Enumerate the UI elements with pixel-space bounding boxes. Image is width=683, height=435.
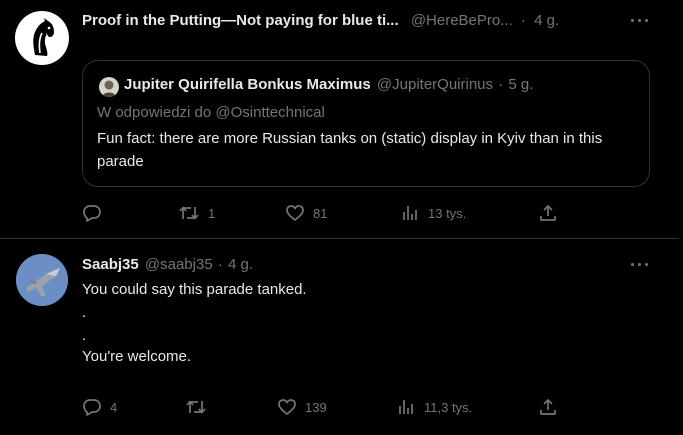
quoted-tweet-time: 5 g. [508, 76, 534, 93]
retweet-button[interactable] [185, 397, 215, 417]
more-options-button[interactable] [630, 262, 650, 268]
tweet-line-1: You could say this parade tanked. [82, 281, 307, 298]
quoted-author-handle: @JupiterQuirinus [376, 76, 494, 93]
tweet-1[interactable]: Proof in the Putting—Not paying for blue… [0, 0, 679, 238]
horse-logo-icon [33, 18, 54, 56]
reply-count: 4 [110, 399, 118, 415]
separator-dot: · [520, 12, 526, 29]
action-bar: 1 81 13 tys. [82, 203, 562, 225]
tweet-line-2: . [82, 304, 87, 321]
quoted-tweet[interactable]: Jupiter Quirifella Bonkus Maximus @Jupit… [82, 60, 650, 187]
tweet-header: Saabj35 @saabj35 · 4 g. [82, 256, 253, 273]
share-button[interactable] [538, 397, 558, 417]
reply-to-label: W odpowiedzi do @Osinttechnical [97, 104, 325, 121]
quoted-header: Jupiter Quirifella Bonkus Maximus @Jupit… [124, 76, 533, 93]
tweet-time[interactable]: 4 g. [534, 12, 559, 29]
portrait-icon [102, 80, 116, 97]
author-avatar[interactable] [15, 11, 69, 65]
author-name[interactable]: Saabj35 [82, 256, 139, 273]
like-button[interactable]: 139 [277, 397, 327, 417]
tweet-line-3: . [82, 327, 87, 344]
reply-icon [83, 399, 101, 416]
separator-dot: · [217, 256, 223, 273]
views-button[interactable]: 13 tys. [400, 203, 466, 223]
reply-icon [83, 205, 101, 222]
view-count: 13 tys. [428, 205, 467, 221]
more-options-button[interactable] [630, 18, 650, 24]
separator-dot: · [498, 76, 504, 93]
tweet-header: Proof in the Putting—Not paying for blue… [82, 12, 559, 29]
author-avatar[interactable] [16, 254, 68, 306]
share-icon [540, 205, 556, 221]
view-count: 11,3 tys. [424, 399, 473, 415]
quoted-author-avatar [99, 77, 119, 97]
reply-button[interactable]: 4 [82, 397, 117, 417]
retweet-icon [179, 206, 199, 220]
jet-icon [16, 254, 68, 306]
author-handle[interactable]: @saabj35 [145, 256, 213, 273]
retweet-count: 1 [208, 205, 216, 221]
tweet-time[interactable]: 4 g. [228, 256, 253, 273]
tweet-line-4: You're welcome. [82, 348, 192, 365]
tweet-2[interactable]: Saabj35 @saabj35 · 4 g. You could say th… [0, 238, 679, 435]
share-icon [540, 399, 556, 415]
reply-button[interactable] [82, 203, 110, 223]
retweet-button[interactable]: 1 [178, 203, 215, 223]
author-handle[interactable]: @HereBePro... [411, 12, 513, 29]
like-button[interactable]: 81 [285, 203, 327, 223]
action-bar: 4 139 11,3 tys. [82, 397, 562, 419]
views-button[interactable]: 11,3 tys. [396, 397, 472, 417]
retweet-icon [186, 400, 206, 414]
share-button[interactable] [538, 203, 558, 223]
heart-icon [278, 399, 296, 415]
heart-icon [286, 205, 304, 221]
like-count: 81 [313, 205, 328, 221]
quoted-author-name: Jupiter Quirifella Bonkus Maximus [124, 76, 371, 93]
quoted-text: Fun fact: there are more Russian tanks o… [97, 130, 603, 170]
like-count: 139 [305, 399, 327, 415]
views-icon [399, 400, 413, 414]
views-icon [403, 206, 417, 220]
author-name[interactable]: Proof in the Putting—Not paying for blue… [82, 12, 399, 29]
